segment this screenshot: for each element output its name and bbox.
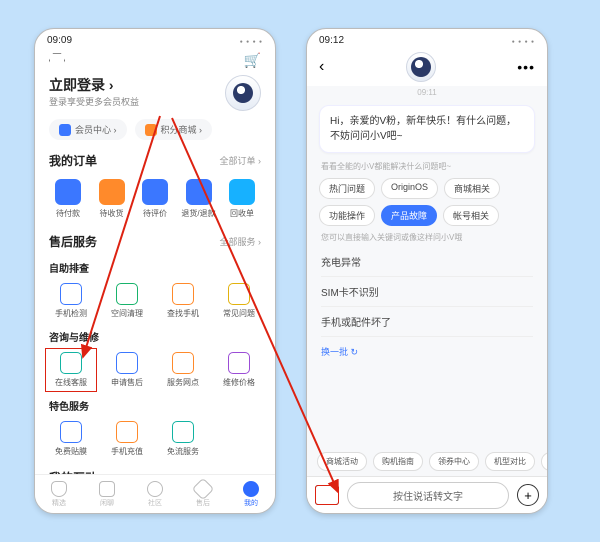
login-subtitle: 登录享受更多会员权益	[49, 95, 139, 108]
sug-coupon[interactable]: 领券中心	[429, 452, 479, 471]
selfcheck-faq[interactable]: 常见问题	[213, 279, 265, 323]
orders-row: 待付款 待收货 待评价 退货/退款 回收单	[35, 175, 275, 227]
status-icons	[240, 35, 263, 46]
cart-icon[interactable]: 🛒	[244, 52, 261, 69]
more-menu-icon[interactable]: •••	[517, 59, 535, 75]
voice-input[interactable]: 按住说话转文字	[347, 482, 509, 509]
sug-buy-guide[interactable]: 购机指南	[373, 452, 423, 471]
tab-featured[interactable]: 精选	[35, 475, 83, 513]
special-free-film[interactable]: 免费贴膜	[45, 417, 97, 461]
status-icons	[512, 35, 535, 46]
tab-chat[interactable]: 闲聊	[83, 475, 131, 513]
consult-online-service[interactable]: 在线客服	[45, 348, 97, 392]
back-icon[interactable]: ‹	[319, 58, 324, 76]
aftersale-more[interactable]: 全部服务 ›	[220, 235, 262, 248]
refresh-batch[interactable]: 换一批 ↻	[307, 339, 547, 364]
login-title[interactable]: 立即登录 ›	[49, 75, 139, 95]
hint-ask: 您可以直接输入关键词或像这样问小V哦	[307, 230, 547, 245]
tag-mall[interactable]: 商城相关	[444, 178, 500, 199]
order-refund[interactable]: 退货/退款	[180, 179, 218, 219]
status-bar: 09:12	[307, 29, 547, 48]
points-badge-icon	[145, 124, 157, 136]
status-time: 09:09	[47, 35, 72, 46]
section-title-aftersale: 售后服务	[49, 233, 97, 250]
sug-more[interactable]: 以	[541, 452, 547, 471]
section-title-orders: 我的订单	[49, 152, 97, 169]
tag-hot[interactable]: 热门问题	[319, 178, 375, 199]
bot-avatar	[406, 52, 436, 82]
chat-input-bar: 按住说话转文字 +	[307, 476, 547, 513]
selfcheck-phone-test[interactable]: 手机检测	[45, 279, 97, 323]
suggestion-bar: 商城活动 购机指南 领券中心 机型对比 以	[307, 446, 547, 477]
order-pending-pay[interactable]: 待付款	[49, 179, 87, 219]
settings-hex-icon[interactable]	[49, 53, 65, 69]
order-pending-review[interactable]: 待评价	[136, 179, 174, 219]
special-free-data[interactable]: 免流服务	[157, 417, 209, 461]
chat-bubble-greeting: Hi，亲爱的V粉，新年快乐！有什么问题，不妨问问小V吧~	[319, 105, 535, 153]
subsection-consult: 咨询与维修	[35, 325, 275, 346]
tag-account[interactable]: 帐号相关	[443, 205, 499, 226]
selfcheck-storage-clean[interactable]: 空间清理	[101, 279, 153, 323]
faq-link-charge[interactable]: 充电异常	[321, 247, 533, 277]
consult-apply-aftersale[interactable]: 申请售后	[101, 348, 153, 392]
bottom-tabbar: 精选 闲聊 社区 售后 我的	[35, 474, 275, 513]
special-recharge[interactable]: 手机充值	[101, 417, 153, 461]
sug-mall-activity[interactable]: 商城活动	[317, 452, 367, 471]
sug-compare[interactable]: 机型对比	[485, 452, 535, 471]
hint-capabilities: 看看全能的小V都能解决什么问题吧~	[307, 159, 547, 174]
avatar[interactable]	[225, 75, 261, 111]
subsection-selfcheck: 自助排查	[35, 256, 275, 277]
tag-product-fault[interactable]: 产品故障	[381, 205, 437, 226]
faq-link-sim[interactable]: SIM卡不识别	[321, 277, 533, 307]
tab-my[interactable]: 我的	[227, 475, 275, 513]
tab-community[interactable]: 社区	[131, 475, 179, 513]
member-badge-icon	[59, 124, 71, 136]
chip-points-mall[interactable]: 积分商城 ›	[135, 119, 213, 140]
keyboard-toggle-icon[interactable]	[315, 485, 339, 505]
consult-service-outlets[interactable]: 服务网点	[157, 348, 209, 392]
tag-feature[interactable]: 功能操作	[319, 205, 375, 226]
phone-left-my-page: 09:09 🛒 立即登录 › 登录享受更多会员权益 会员中心 › 积分商城 › …	[34, 28, 276, 514]
order-pending-receive[interactable]: 待收货	[93, 179, 131, 219]
subsection-special: 特色服务	[35, 394, 275, 415]
tag-originos[interactable]: OriginOS	[381, 178, 438, 199]
topic-tags: 热门问题 OriginOS 商城相关 功能操作 产品故障 帐号相关	[307, 174, 547, 230]
status-time: 09:12	[319, 35, 344, 46]
chat-timestamp: 09:11	[307, 86, 547, 99]
faq-link-broken[interactable]: 手机或配件坏了	[321, 307, 533, 337]
phone-right-chat: 09:12 ‹ ••• 09:11 Hi，亲爱的V粉，新年快乐！有什么问题，不妨…	[306, 28, 548, 514]
chip-member-center[interactable]: 会员中心 ›	[49, 119, 127, 140]
tab-aftersale[interactable]: 售后	[179, 475, 227, 513]
order-recycle[interactable]: 回收单	[223, 179, 261, 219]
orders-more[interactable]: 全部订单 ›	[220, 154, 262, 167]
selfcheck-find-phone[interactable]: 查找手机	[157, 279, 209, 323]
status-bar: 09:09	[35, 29, 275, 48]
consult-repair-price[interactable]: 维修价格	[213, 348, 265, 392]
add-attachment-icon[interactable]: +	[517, 484, 539, 506]
